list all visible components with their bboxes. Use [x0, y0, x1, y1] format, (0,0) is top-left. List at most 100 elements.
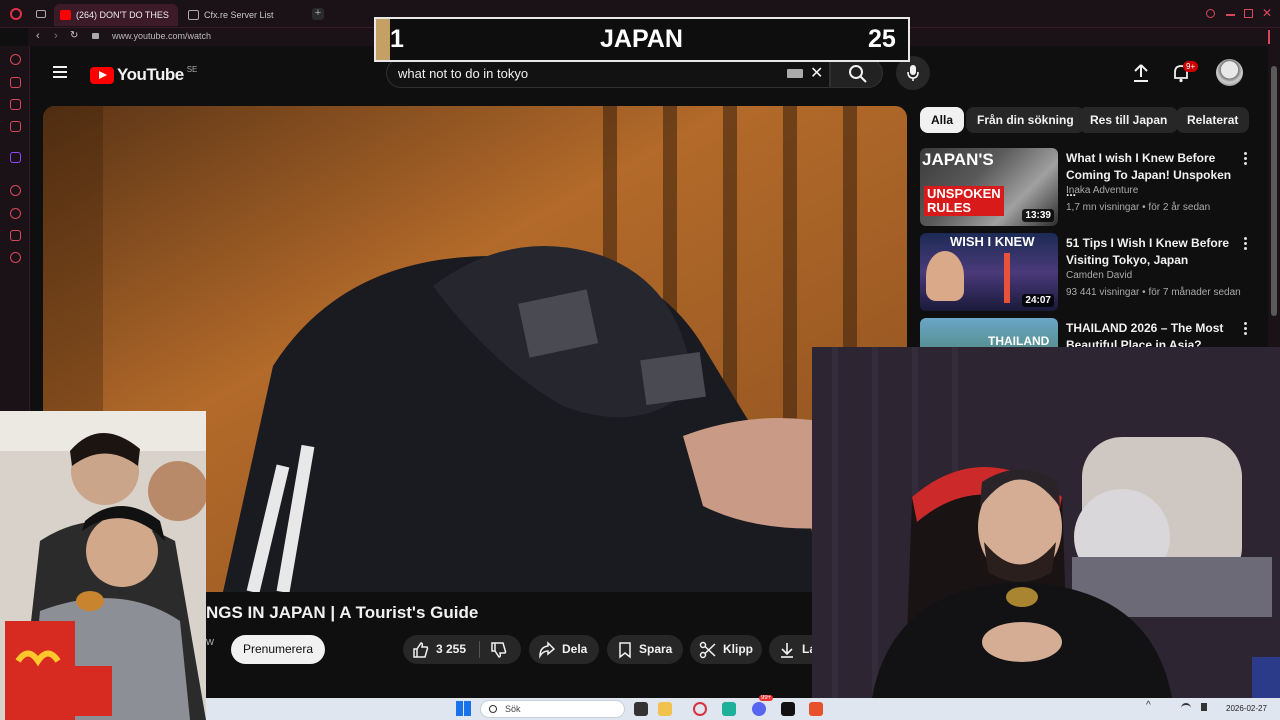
like-dislike-group: 3 255: [403, 635, 521, 664]
search-query: what not to do in tokyo: [398, 66, 529, 81]
hamburger-menu-icon[interactable]: [53, 66, 67, 78]
recommendation-item[interactable]: JAPAN'S UNSPOKEN RULES 13:39 What I wish…: [920, 148, 1260, 228]
start-button[interactable]: [456, 701, 471, 716]
video-meta: 1,7 mn visningar • för 2 år sedan: [1066, 202, 1211, 213]
avatar[interactable]: [1216, 59, 1243, 86]
search-input[interactable]: what not to do in tokyo ✕: [386, 58, 830, 88]
search-tabs-icon[interactable]: [1206, 9, 1215, 18]
channel-name[interactable]: Camden David: [1066, 270, 1132, 281]
region-code: SE: [186, 64, 198, 74]
video-title-main: NGS IN JAPAN | A Tourist's Guide: [206, 603, 479, 622]
scrollbar-thumb[interactable]: [1271, 66, 1277, 316]
url-field[interactable]: www.youtube.com/watch: [112, 31, 211, 41]
mail-icon[interactable]: [10, 121, 21, 132]
like-button[interactable]: 3 255: [403, 635, 479, 664]
video-thumbnail[interactable]: THAILAND: [920, 318, 1058, 347]
save-label: Spara: [639, 642, 673, 656]
minimize-button[interactable]: [1226, 14, 1235, 16]
task-view-icon[interactable]: [634, 702, 648, 716]
overlay-photo: [0, 411, 206, 720]
notification-badge: 9+: [1183, 61, 1199, 72]
bookmark-icon: [619, 642, 631, 659]
tray-chevron-icon[interactable]: ^: [1146, 700, 1151, 711]
video-title[interactable]: THAILAND 2026 – The Most Beautiful Place…: [1066, 320, 1236, 347]
chip-all[interactable]: Alla: [920, 107, 965, 133]
video-duration: 13:39: [1022, 209, 1054, 222]
overlay-right-number: 25: [868, 25, 896, 53]
home-icon[interactable]: [10, 54, 21, 65]
search-button[interactable]: [830, 58, 883, 88]
recommendation-item[interactable]: WISH I KNEW 24:07 51 Tips I Wish I Knew …: [920, 233, 1260, 313]
player-icon[interactable]: [10, 185, 21, 196]
back-icon[interactable]: ‹: [36, 30, 40, 42]
sidebar-toggle-icon[interactable]: [1268, 30, 1270, 44]
thumbnail-text: THAILAND: [988, 334, 1050, 347]
new-tab-button[interactable]: +: [312, 8, 324, 20]
youtube-logo[interactable]: YouTube SE: [90, 65, 197, 85]
settings-icon[interactable]: [10, 252, 21, 263]
more-options-icon[interactable]: [1244, 237, 1248, 251]
opera-logo-icon[interactable]: [10, 8, 22, 20]
chip-travel-japan[interactable]: Res till Japan: [1079, 107, 1179, 133]
keyboard-icon[interactable]: [787, 69, 803, 78]
youtube-tab-icon: [60, 10, 71, 20]
tiktok-icon[interactable]: [781, 702, 795, 716]
channel-name[interactable]: Inaka Adventure: [1066, 185, 1138, 196]
webcam-overlay: [812, 347, 1280, 698]
clear-search-icon[interactable]: ✕: [810, 63, 823, 83]
discord-icon[interactable]: [752, 702, 766, 716]
wifi-icon: [1181, 703, 1191, 713]
extensions-icon[interactable]: [10, 77, 21, 88]
recommendation-item[interactable]: THAILAND THAILAND 2026 – The Most Beauti…: [920, 318, 1260, 347]
discord-badge: 99+: [759, 695, 774, 701]
thumbs-down-icon[interactable]: [490, 641, 508, 659]
forward-icon[interactable]: ›: [54, 30, 58, 42]
youtube-play-icon: [90, 66, 114, 84]
share-label: Dela: [562, 642, 588, 656]
chip-from-search[interactable]: Från din sökning: [966, 107, 1085, 133]
thumbnail-text: UNSPOKEN RULES: [924, 186, 1004, 216]
taskbar-date[interactable]: 2026-02-27: [1226, 704, 1267, 713]
tab-youtube[interactable]: (264) DON'T DO THES: [54, 4, 178, 26]
overlay-accent-bar: [376, 19, 390, 60]
download-icon: [781, 643, 793, 658]
opera-icon[interactable]: [693, 702, 707, 716]
chip-related[interactable]: Relaterat: [1176, 107, 1250, 133]
messenger-icon[interactable]: [10, 99, 21, 110]
tab-cfx[interactable]: Cfx.re Server List: [182, 4, 302, 26]
channel-name-fragment[interactable]: w: [206, 636, 214, 648]
file-explorer-icon[interactable]: [658, 702, 672, 716]
webcam-feed: [812, 347, 1280, 698]
clip-button[interactable]: Klipp: [690, 635, 762, 664]
windows-taskbar: Sök 99+ ^ 2026-02-27: [206, 695, 1280, 720]
overlay-image-people: [0, 411, 206, 720]
like-count: 3 255: [436, 642, 467, 656]
pinboard-icon[interactable]: [10, 230, 21, 241]
subscribe-button[interactable]: Prenumerera: [231, 635, 325, 664]
app-icon-red[interactable]: [809, 702, 823, 716]
video-title[interactable]: 51 Tips I Wish I Knew Before Visiting To…: [1066, 235, 1236, 269]
maximize-button[interactable]: [1244, 9, 1253, 18]
microphone-icon: [907, 65, 919, 81]
more-options-icon[interactable]: [1244, 322, 1248, 336]
video-thumbnail[interactable]: WISH I KNEW 24:07: [920, 233, 1058, 311]
volume-icon[interactable]: [1201, 703, 1207, 711]
thumbs-up-icon: [413, 642, 429, 658]
tab-label: Cfx.re Server List: [204, 10, 274, 20]
overlay-title: JAPAN: [600, 25, 683, 53]
save-button[interactable]: Spara: [607, 635, 683, 664]
app-icon[interactable]: [722, 702, 736, 716]
more-options-icon[interactable]: [1244, 152, 1248, 166]
reload-icon[interactable]: ↻: [70, 30, 78, 41]
video-thumbnail[interactable]: JAPAN'S UNSPOKEN RULES 13:39: [920, 148, 1058, 226]
twitch-icon[interactable]: [10, 152, 21, 163]
history-icon[interactable]: [10, 208, 21, 219]
close-window-button[interactable]: ✕: [1262, 6, 1272, 20]
share-button[interactable]: Dela: [529, 635, 599, 664]
taskbar-search-input[interactable]: Sök: [480, 700, 625, 718]
youtube-wordmark: YouTube: [117, 65, 184, 84]
tab-menu-icon[interactable]: [36, 10, 46, 18]
upload-icon[interactable]: [1132, 63, 1150, 83]
search-icon: [489, 705, 497, 713]
overlay-left-number: 1: [390, 25, 404, 53]
